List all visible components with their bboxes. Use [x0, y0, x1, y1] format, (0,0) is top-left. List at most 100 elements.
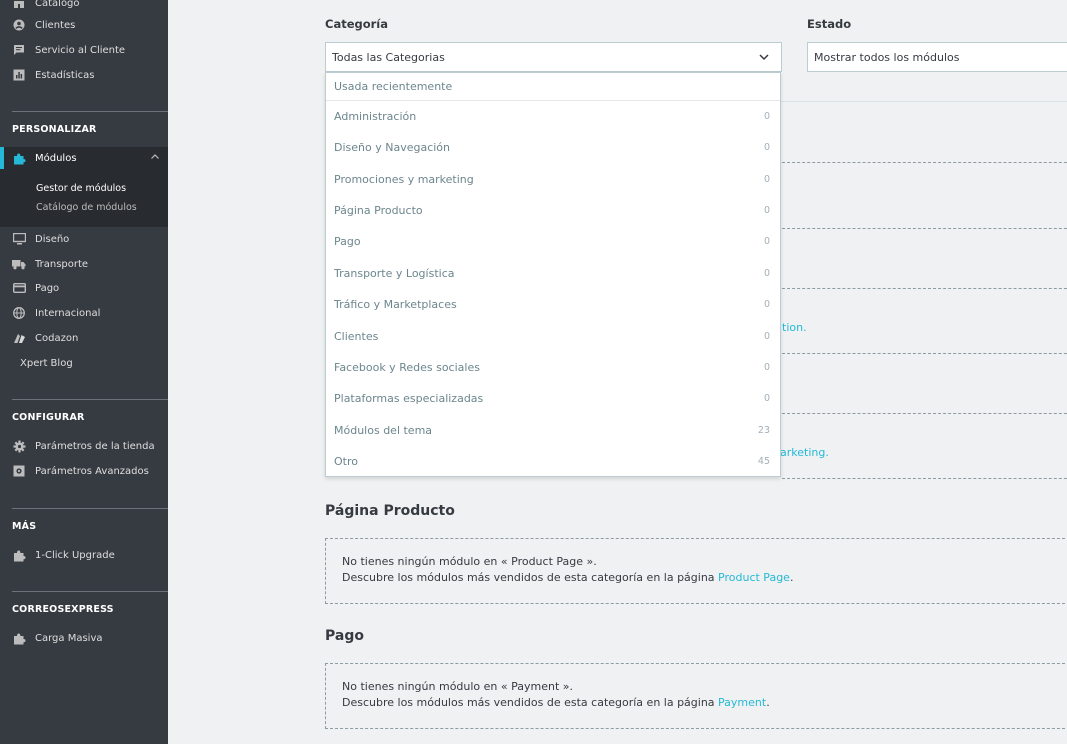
sidebar-subitem-catalogo-modulos[interactable]: Catálogo de módulos — [36, 202, 137, 213]
state-select-value: Mostrar todos los módulos — [814, 50, 960, 64]
dropdown-item-count: 0 — [763, 173, 770, 185]
sidebar-item-diseno[interactable]: Diseño — [0, 228, 168, 250]
dropdown-item-label: Página Producto — [334, 203, 423, 217]
sidebar-divider — [12, 591, 168, 592]
dropdown-item-pago[interactable]: Pago 0 — [326, 229, 780, 253]
empty-message: No tienes ningún módulo en « Product Pag… — [342, 555, 597, 568]
monitor-icon — [12, 232, 26, 246]
period: . — [789, 571, 794, 584]
dropdown-item-promociones[interactable]: Promociones y marketing 0 — [326, 167, 780, 191]
sidebar-subitem-gestor-modulos[interactable]: Gestor de módulos — [36, 183, 126, 194]
sidebar-item-label: Codazon — [35, 332, 79, 344]
dropdown-item-administracion[interactable]: Administración 0 — [326, 104, 780, 128]
dropdown-item-trafico[interactable]: Tráfico y Marketplaces 0 — [326, 292, 780, 316]
empty-box-edge — [782, 353, 1067, 354]
dropdown-item-label: Pago — [334, 234, 361, 248]
dropdown-item-count: 0 — [763, 361, 770, 373]
sidebar-item-clientes[interactable]: Clientes — [0, 14, 168, 36]
dropdown-item-modulos-tema[interactable]: Módulos del tema 23 — [326, 418, 780, 442]
discover-message: Descubre los módulos más vendidos de est… — [342, 570, 1067, 586]
sidebar-item-codazon[interactable]: Codazon — [0, 327, 168, 349]
credit-card-icon — [12, 281, 26, 295]
sidebar-item-carga-masiva[interactable]: Carga Masiva — [0, 627, 168, 649]
dropdown-item-count: 0 — [763, 235, 770, 247]
sidebar-item-internacional[interactable]: Internacional — [0, 302, 168, 324]
sidebar-item-label: Diseño — [35, 233, 70, 245]
discover-text: Descubre los módulos más vendidos de est… — [342, 696, 719, 709]
dropdown-item-label: Plataformas especializadas — [334, 391, 484, 405]
sidebar-item-estadisticas[interactable]: Estadísticas — [0, 64, 168, 86]
dropdown-item-label: Facebook y Redes sociales — [334, 360, 480, 374]
sidebar-item-label: Parámetros de la tienda — [35, 440, 155, 452]
chevron-up-icon[interactable] — [150, 152, 160, 165]
sidebar-divider — [12, 111, 168, 112]
dropdown-item-count: 0 — [763, 204, 770, 216]
codazon-icon — [12, 331, 26, 345]
state-label: Estado — [807, 17, 852, 31]
sidebar-item-label: Clientes — [35, 19, 76, 31]
empty-box-edge — [782, 413, 1067, 414]
gear-icon — [12, 439, 26, 453]
dropdown-item-label: Administración — [334, 109, 417, 123]
sidebar-divider — [12, 508, 168, 509]
dropdown-item-label: Transporte y Logística — [334, 266, 455, 280]
category-page-link[interactable]: Product Page — [718, 571, 790, 584]
sidebar-item-parametros-avanzados[interactable]: Parámetros Avanzados — [0, 460, 168, 482]
section-configurar: CONFIGURAR — [12, 412, 85, 423]
truck-icon — [12, 257, 26, 271]
section-title-pagina-producto: Página Producto — [325, 503, 455, 519]
dropdown-item-plataformas[interactable]: Plataformas especializadas 0 — [326, 386, 780, 410]
dropdown-item-label: Módulos del tema — [334, 423, 433, 437]
sidebar-item-xpert-blog[interactable]: Xpert Blog — [0, 352, 168, 374]
sidebar-item-label: Parámetros Avanzados — [35, 465, 149, 477]
dropdown-item-label: Diseño y Navegación — [334, 140, 451, 154]
dropdown-item-count: 0 — [763, 330, 770, 342]
puzzle-icon — [12, 151, 26, 165]
puzzle-icon — [12, 548, 26, 562]
category-page-link[interactable]: Payment — [718, 696, 766, 709]
dropdown-item-count: 0 — [763, 110, 770, 122]
discover-text: Descubre los módulos más vendidos de est… — [342, 571, 719, 584]
sidebar-item-catalogo[interactable]: Catálogo — [0, 0, 168, 14]
chevron-down-icon — [757, 50, 771, 64]
category-link-partial[interactable]: arketing. — [780, 446, 829, 459]
category-dropdown-menu: Usada recientemente Administración 0 Dise… — [325, 72, 781, 477]
sidebar-item-modulos[interactable]: Módulos — [0, 147, 168, 169]
sidebar-item-servicio-cliente[interactable]: Servicio al Cliente — [0, 39, 168, 61]
sidebar-item-pago[interactable]: Pago — [0, 277, 168, 299]
category-label: Categoría — [325, 17, 389, 31]
sidebar-item-transporte[interactable]: Transporte — [0, 253, 168, 275]
dropdown-item-otro[interactable]: Otro 45 — [326, 449, 780, 473]
sidebar-item-label: Carga Masiva — [35, 632, 103, 644]
sidebar-item-label: Servicio al Cliente — [35, 44, 126, 56]
dropdown-item-count: 45 — [757, 455, 770, 467]
empty-box-edge — [782, 228, 1067, 229]
dropdown-item-transporte[interactable]: Transporte y Logística 0 — [326, 261, 780, 285]
section-mas: MÁS — [12, 521, 37, 532]
sidebar-item-label: Catálogo — [35, 0, 80, 9]
dropdown-item-facebook[interactable]: Facebook y Redes sociales 0 — [326, 355, 780, 379]
sidebar-item-1-click-upgrade[interactable]: 1-Click Upgrade — [0, 544, 168, 566]
dropdown-item-clientes[interactable]: Clientes 0 — [326, 324, 780, 348]
sidebar-item-label: Pago — [35, 282, 60, 294]
dropdown-item-label: Promociones y marketing — [334, 172, 474, 186]
sidebar-item-parametros-tienda[interactable]: Parámetros de la tienda — [0, 435, 168, 457]
dropdown-item-diseno-navegacion[interactable]: Diseño y Navegación 0 — [326, 135, 780, 159]
sidebar-item-label: 1-Click Upgrade — [35, 549, 115, 561]
dropdown-item-label: Tráfico y Marketplaces — [334, 297, 457, 311]
category-select-value: Todas las Categorias — [332, 50, 445, 64]
empty-message: No tienes ningún módulo en « Payment ». — [342, 680, 574, 693]
section-correosexpress: CORREOSEXPRESS — [12, 604, 114, 615]
category-link-partial[interactable]: tion. — [782, 321, 807, 334]
sidebar-divider — [12, 399, 168, 400]
category-select[interactable]: Todas las Categorias — [325, 42, 782, 72]
section-title-pago: Pago — [325, 628, 364, 644]
empty-module-box: No tienes ningún módulo en « Product Pag… — [325, 538, 1067, 604]
dropdown-recent-item[interactable]: Usada recientemente — [326, 73, 780, 101]
state-select[interactable]: Mostrar todos los módulos — [807, 42, 1067, 72]
period: . — [766, 696, 770, 709]
discover-message: Descubre los módulos más vendidos de est… — [342, 695, 1067, 711]
dropdown-item-count: 0 — [763, 141, 770, 153]
chat-icon — [12, 43, 26, 57]
dropdown-item-pagina-producto[interactable]: Página Producto 0 — [326, 198, 780, 222]
